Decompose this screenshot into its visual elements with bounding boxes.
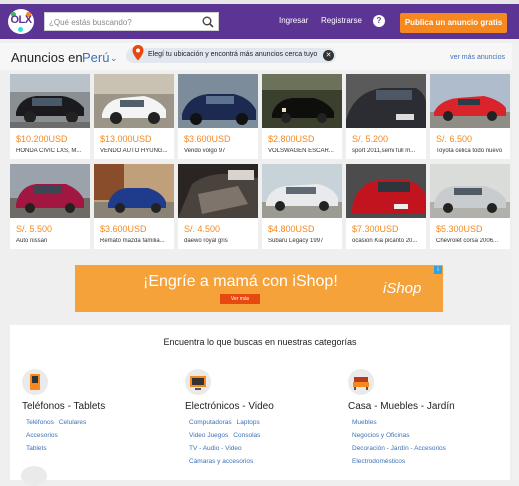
banner-button[interactable]: Ver más — [220, 294, 260, 304]
listing-card[interactable]: $10.200USD HONDA CIVIC LXS, M... — [10, 74, 90, 159]
listing-price: $13.000USD — [100, 134, 152, 144]
listing-price: $2.800USD — [268, 134, 315, 144]
help-icon[interactable]: ? — [373, 15, 385, 27]
listing-price: S/. 5.200 — [352, 134, 389, 144]
listing-title[interactable]: ocasion Kia picanto 20... — [352, 238, 426, 244]
listing-price: S/. 5.500 — [16, 224, 53, 234]
listing-card[interactable]: S/. 5.200 sport 2011,semi full m... — [346, 74, 426, 159]
listing-photo[interactable] — [346, 164, 426, 218]
location-prompt[interactable]: Elegí tu ubicación y encontrá más anunci… — [126, 45, 336, 63]
post-ad-button[interactable]: Publica un anuncio gratis — [400, 13, 507, 33]
category-link[interactable]: Consolas — [233, 432, 260, 439]
ads-title: Anuncios en — [11, 50, 83, 65]
listing-photo[interactable] — [346, 74, 426, 128]
listing-card[interactable]: S/. 5.500 Auto nissan — [10, 164, 90, 249]
listing-photo[interactable] — [262, 164, 342, 218]
category-link[interactable]: Tablets — [26, 445, 47, 452]
listing-photo[interactable] — [178, 74, 258, 128]
listing-title[interactable]: Auto nissan — [16, 238, 90, 244]
search-input[interactable] — [49, 15, 199, 29]
category-link[interactable]: Accesorios — [26, 432, 58, 439]
category-link[interactable]: Celulares — [59, 419, 86, 426]
map-pin-icon — [132, 45, 144, 61]
listing-price: S/. 6.500 — [436, 134, 473, 144]
listing-title[interactable]: HONDA CIVIC LXS, M... — [16, 148, 90, 154]
listing-card[interactable]: $4.800USD Subaru Legacy 1997 — [262, 164, 342, 249]
close-icon[interactable]: ✕ — [323, 50, 334, 61]
scrollbar[interactable] — [512, 43, 519, 480]
listing-title[interactable]: Remato mazda familia... — [100, 238, 174, 244]
listing-title[interactable]: VOLSWAGEN ESCAR... — [268, 148, 342, 154]
categories-heading: Encuentra lo que buscas en nuestras cate… — [163, 337, 357, 347]
listing-card[interactable]: $3.600USD Remato mazda familia... — [94, 164, 174, 249]
category-title[interactable]: Teléfonos - Tablets — [22, 401, 105, 412]
sofa-icon[interactable] — [348, 369, 374, 395]
category-title[interactable]: Electrónicos - Video — [185, 401, 274, 412]
listing-card[interactable]: $13.000USD VENDO AUTO HYUNG... — [94, 74, 174, 159]
listing-card[interactable]: $7.300USD ocasion Kia picanto 20... — [346, 164, 426, 249]
listing-title[interactable]: Vendo volgo 97 — [184, 148, 258, 154]
banner-brand-logo: iShop — [383, 280, 422, 297]
category-link[interactable]: Muebles — [352, 419, 377, 426]
listing-price: S/. 4.500 — [184, 224, 221, 234]
listing-title[interactable]: sport 2011,semi full m... — [352, 148, 426, 154]
listing-price: $4.800USD — [268, 224, 315, 234]
chevron-down-icon[interactable]: ⌄ — [110, 53, 118, 64]
listing-price: $3.600USD — [100, 224, 147, 234]
category-title[interactable]: Casa - Muebles - Jardín — [348, 401, 455, 412]
category-link[interactable]: Computadoras — [189, 419, 232, 426]
listing-card[interactable]: S/. 6.500 Toyota celica todo nuevo — [430, 74, 510, 159]
promo-banner[interactable]: ¡Engríe a mamá con iShop! Ver más iShop … — [75, 265, 443, 312]
category-link[interactable]: Decoración - Jardín - Accesorios — [352, 445, 446, 452]
categories-section: Encuentra lo que buscas en nuestras cate… — [10, 325, 510, 480]
banner-text: ¡Engríe a mamá con iShop! — [143, 273, 338, 290]
location-prompt-text: Elegí tu ubicación y encontrá más anunci… — [148, 51, 318, 58]
listing-photo[interactable] — [430, 74, 510, 128]
country-selector[interactable]: Perú — [82, 50, 109, 65]
site-header: OLX Ingresar Registrarse ? Publica un an… — [0, 4, 519, 39]
listing-title[interactable]: Subaru Legacy 1997 — [268, 238, 342, 244]
category-link[interactable]: Electrodomésticos — [352, 458, 405, 465]
search-box — [44, 12, 219, 31]
listing-photo[interactable] — [94, 164, 174, 218]
category-link[interactable]: Teléfonos — [26, 419, 54, 426]
tv-icon[interactable] — [185, 369, 211, 395]
category-link[interactable]: Laptops — [237, 419, 260, 426]
login-link[interactable]: Ingresar — [279, 16, 308, 25]
ad-info-icon[interactable]: i — [434, 266, 442, 274]
search-icon[interactable] — [201, 15, 215, 29]
listing-card[interactable]: S/. 4.500 daewo royal gris — [178, 164, 258, 249]
listing-photo[interactable] — [178, 164, 258, 218]
category-link[interactable]: Cámaras y accesorios — [189, 458, 253, 465]
listing-card[interactable]: $5.300USD Chevrolet corsa 2006... — [430, 164, 510, 249]
category-link[interactable]: TV - Audio - Video — [189, 445, 242, 452]
category-link[interactable]: Negocios y Oficinas — [352, 432, 409, 439]
listing-title[interactable]: Toyota celica todo nuevo — [436, 148, 510, 154]
listing-photo[interactable] — [262, 74, 342, 128]
listing-card[interactable]: $2.800USD VOLSWAGEN ESCAR... — [262, 74, 342, 159]
listing-title[interactable]: Chevrolet corsa 2006... — [436, 238, 510, 244]
listing-photo[interactable] — [10, 74, 90, 128]
listing-title[interactable]: VENDO AUTO HYUNG... — [100, 148, 174, 154]
listing-photo[interactable] — [94, 74, 174, 128]
listing-price: $5.300USD — [436, 224, 483, 234]
listing-photo[interactable] — [430, 164, 510, 218]
listing-price: $7.300USD — [352, 224, 399, 234]
see-more-link[interactable]: ver más anuncios — [450, 54, 505, 61]
category-link[interactable]: Video Juegos — [189, 432, 228, 439]
register-link[interactable]: Registrarse — [321, 16, 362, 25]
category-icon-partial[interactable] — [21, 466, 47, 486]
listing-title[interactable]: daewo royal gris — [184, 238, 258, 244]
listing-price: $3.600USD — [184, 134, 231, 144]
listing-photo[interactable] — [10, 164, 90, 218]
listing-card[interactable]: $3.600USD Vendo volgo 97 — [178, 74, 258, 159]
listing-price: $10.200USD — [16, 134, 68, 144]
phone-icon[interactable] — [22, 369, 48, 395]
ads-bar: Anuncios en Perú ⌄ Elegí tu ubicación y … — [0, 43, 519, 70]
olx-logo[interactable]: OLX — [8, 9, 34, 34]
